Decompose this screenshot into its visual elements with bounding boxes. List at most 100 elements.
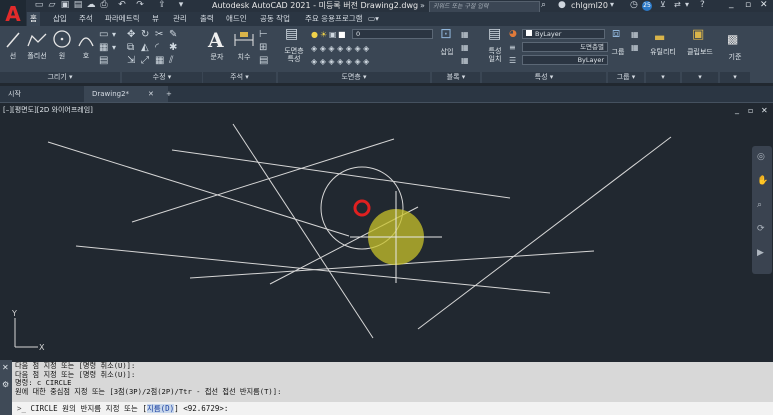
offset-icon[interactable]: ⫽ — [169, 56, 173, 66]
tab-insert[interactable]: 삽입 — [53, 12, 67, 26]
array-icon[interactable]: ▦ — [155, 56, 164, 66]
steering-wheel-icon[interactable]: ◎ — [757, 152, 765, 162]
polyline-icon[interactable] — [26, 30, 48, 50]
undo-icon[interactable]: ↶ — [117, 1, 127, 10]
minimize-icon[interactable]: _ — [729, 0, 734, 9]
arc-icon[interactable] — [76, 30, 96, 50]
print-icon[interactable]: ⎙ — [99, 1, 109, 10]
exchange-icon[interactable]: ⇄ — [674, 0, 681, 9]
block-tool-icon[interactable]: ▦ — [461, 43, 469, 53]
text-button[interactable]: 문자 — [205, 53, 229, 61]
trim-icon[interactable]: ✂ — [155, 30, 163, 40]
panel-title-modify[interactable]: 수정 ▾ — [122, 72, 202, 83]
chevron-down-icon[interactable]: ▾ — [610, 0, 614, 9]
polyline-button[interactable]: 폴리선 — [24, 52, 50, 60]
ribbon-collapse-icon[interactable]: ▭▾ — [368, 12, 379, 26]
showmotion-icon[interactable]: ▶ — [757, 248, 764, 258]
markup-icon[interactable]: ▤ — [259, 56, 268, 66]
panel-title-utilities[interactable]: ▾ — [646, 72, 680, 83]
layer-tool-icon[interactable]: ◈ ◈ ◈ ◈ ◈ ◈ ◈ — [311, 57, 369, 67]
bulb-icon[interactable]: ● — [311, 30, 318, 40]
move-icon[interactable]: ✥ — [127, 30, 135, 40]
panel-title-layers[interactable]: 도면층 ▾ — [278, 72, 430, 83]
line-icon[interactable] — [5, 30, 21, 50]
dimension-icon[interactable] — [233, 30, 255, 48]
base-button[interactable]: 기준 — [722, 53, 748, 61]
tab-drawing2[interactable]: Drawing2* ✕ — [84, 86, 168, 102]
panel-title-properties[interactable]: 특성 ▾ — [482, 72, 606, 83]
group-tool-icon[interactable]: ▦ — [631, 43, 639, 53]
close-icon[interactable]: ✕ — [148, 86, 154, 102]
clipboard-icon[interactable]: ▣ — [692, 28, 704, 41]
command-line-handle[interactable]: ✕ ⚙ — [0, 360, 12, 415]
panel-title-block[interactable]: 블록 ▾ — [432, 72, 480, 83]
group-icon[interactable]: ⧈ — [612, 27, 620, 40]
insert-button[interactable]: 삽입 — [436, 48, 458, 56]
chevron-down-icon[interactable]: ▾ — [112, 43, 116, 53]
lineweight-icon[interactable]: ☰ — [509, 56, 516, 66]
circle-icon[interactable] — [52, 29, 72, 49]
block-tool-icon[interactable]: ▦ — [461, 30, 469, 40]
rectangle-icon[interactable]: ▭ — [99, 30, 108, 40]
color-wheel-icon[interactable]: ◕ — [509, 29, 517, 39]
tab-output[interactable]: 출력 — [200, 12, 214, 26]
layer-properties-icon[interactable]: ▤ — [285, 27, 298, 41]
viewport-controls[interactable]: [–][평면도][2D 와이어프레임] — [3, 105, 93, 115]
leader-icon[interactable]: ⊢ — [259, 30, 268, 40]
clock-icon[interactable]: ◷ — [630, 0, 638, 10]
hatch-icon[interactable]: ▦ — [99, 43, 108, 53]
search-icon[interactable]: ⌕ — [541, 0, 546, 10]
block-tool-icon[interactable]: ▦ — [461, 56, 469, 66]
panel-title-annotation[interactable]: 주석 ▾ — [203, 72, 276, 83]
user-icon[interactable]: ● — [558, 0, 566, 10]
close-icon[interactable]: ✕ — [760, 0, 768, 10]
base-view-icon[interactable]: ▩ — [727, 33, 738, 45]
circle-button[interactable]: 원 — [54, 52, 70, 60]
chevron-down-icon[interactable]: ▾ — [112, 30, 116, 40]
group-tool-icon[interactable]: ▦ — [631, 30, 639, 40]
viewport-restore-icon[interactable]: ▫ — [748, 106, 753, 115]
orbit-icon[interactable]: ⟳ — [757, 224, 765, 234]
panel-title-clipboard[interactable]: ▾ — [682, 72, 718, 83]
match-properties-button[interactable]: 특성 일치 — [484, 47, 506, 63]
insert-block-icon[interactable]: ⊡ — [440, 27, 452, 41]
line-button[interactable]: 선 — [5, 52, 21, 60]
panel-title-view[interactable]: ▾ — [720, 72, 750, 83]
panel-title-draw[interactable]: 그리기 ▾ — [0, 72, 120, 83]
cloud-icon[interactable]: ☁ — [86, 1, 96, 10]
explode-icon[interactable]: ✱ — [169, 43, 177, 53]
tab-view[interactable]: 뷰 — [152, 12, 159, 26]
viewport-minimize-icon[interactable]: _ — [735, 105, 739, 114]
rotate-icon[interactable]: ↻ — [141, 30, 149, 40]
viewport-close-icon[interactable]: ✕ — [761, 106, 768, 115]
customize-quick-access-icon[interactable]: ▾ — [176, 1, 186, 10]
wrench-icon[interactable]: ⚙ — [2, 380, 9, 389]
notification-badge[interactable]: 25 — [642, 1, 652, 11]
panel-title-groups[interactable]: 그룹 ▾ — [608, 72, 644, 83]
save-icon[interactable]: ▣ — [60, 1, 70, 10]
scale-icon[interactable]: ⤢ — [141, 56, 149, 66]
tab-manage[interactable]: 관리 — [173, 12, 187, 26]
new-tab-button[interactable]: + — [162, 86, 180, 102]
table-icon[interactable]: ⊞ — [259, 43, 267, 53]
tab-addins[interactable]: 애드인 — [226, 12, 247, 26]
redo-icon[interactable]: ↷ — [135, 1, 145, 10]
stretch-icon[interactable]: ⇲ — [127, 56, 135, 66]
layer-dropdown[interactable]: 0 — [352, 29, 433, 39]
copy-icon[interactable]: ⧉ — [127, 43, 134, 53]
chevron-down-icon[interactable]: ▾ — [685, 0, 689, 9]
color-dropdown[interactable]: ByLayer — [522, 29, 605, 39]
lineweight-dropdown[interactable]: ByLayer — [522, 55, 608, 65]
tab-start[interactable]: 시작 — [0, 86, 80, 102]
dimension-button[interactable]: 치수 — [232, 53, 256, 61]
save-as-icon[interactable]: ▤ — [73, 1, 83, 10]
layer-tool-icon[interactable]: ◈ ◈ ◈ ◈ ◈ ◈ ◈ — [311, 44, 369, 54]
drawing-geometry[interactable]: Y X — [0, 103, 773, 360]
help-icon[interactable]: ? — [700, 0, 705, 10]
lock-icon[interactable]: ▣ — [329, 30, 337, 40]
linetype-icon[interactable]: ≡ — [509, 43, 516, 53]
mirror-icon[interactable]: ◭ — [141, 43, 149, 53]
application-menu-button[interactable]: A — [0, 0, 26, 28]
navigation-bar[interactable]: ◎ ✋ ⌕ ⟳ ▶ — [752, 146, 772, 274]
new-file-icon[interactable]: ▭ — [34, 1, 44, 10]
